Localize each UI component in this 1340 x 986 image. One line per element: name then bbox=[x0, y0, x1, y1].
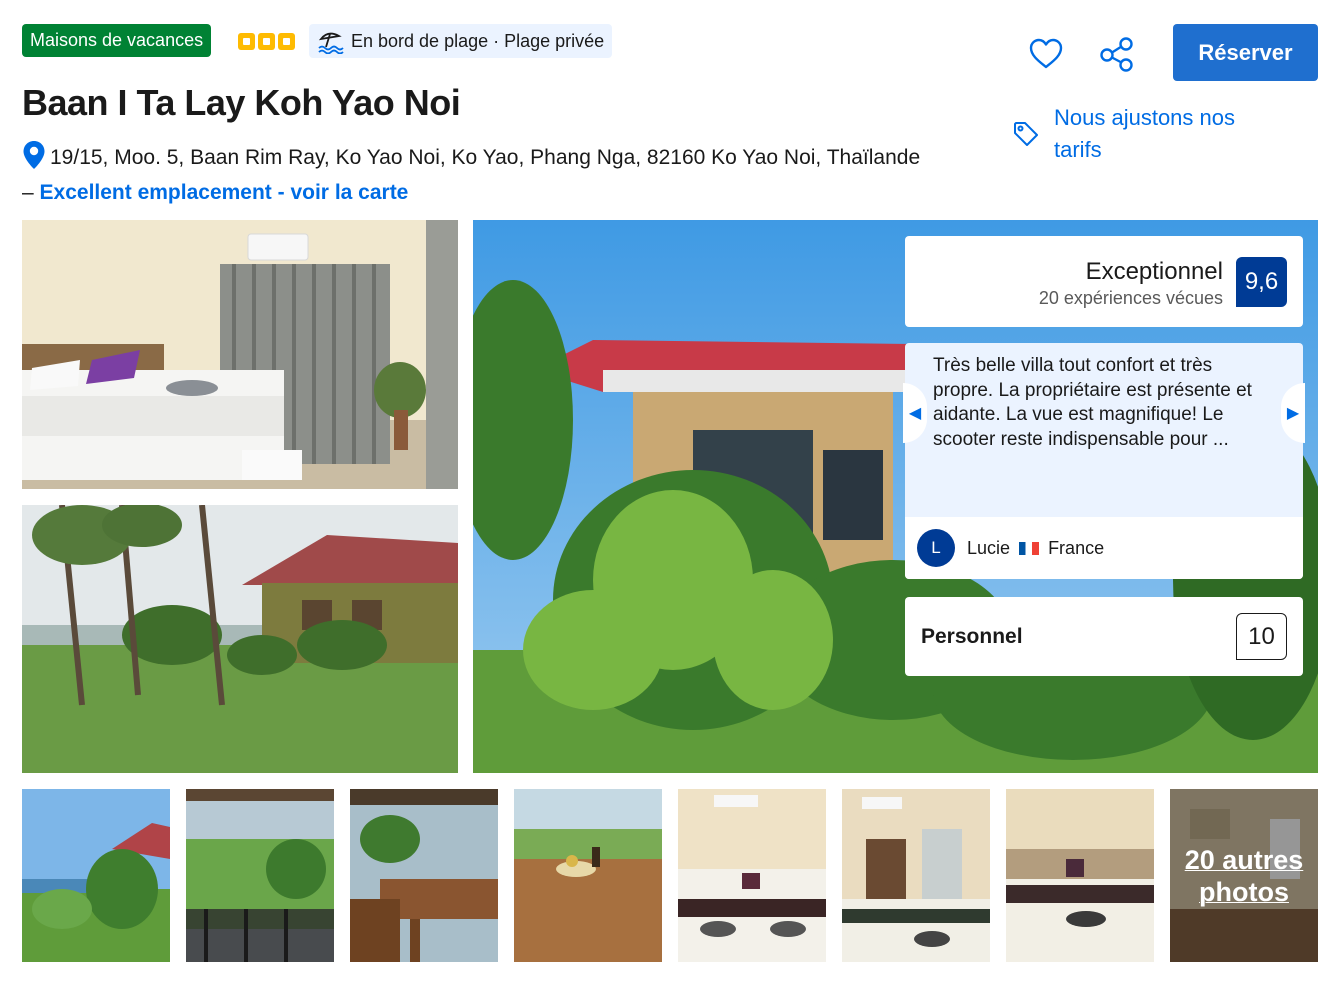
rating-label: Exceptionnel bbox=[1085, 258, 1223, 285]
thumbnail-bedroom-3 bbox=[1006, 789, 1154, 962]
photo-bedroom[interactable] bbox=[22, 220, 458, 489]
share-button[interactable] bbox=[1097, 34, 1137, 74]
more-photos-label[interactable]: 20 autres photos bbox=[1178, 844, 1310, 908]
address-block: 19/15, Moo. 5, Baan Rim Ray, Ko Yao Noi,… bbox=[22, 140, 922, 210]
rating-card[interactable]: Exceptionnel 20 expériences vécues 9,6 bbox=[905, 236, 1303, 327]
review-card: ◀ Très belle villa tout confort et très … bbox=[903, 343, 1305, 579]
thumbnail-beach-villa bbox=[22, 789, 170, 962]
review-next-button[interactable]: ▶ bbox=[1281, 383, 1305, 443]
price-note-text[interactable]: Nous ajustons nos tarifs bbox=[1054, 102, 1274, 166]
tag-icon bbox=[1014, 122, 1038, 146]
property-type-badge: Maisons de vacances bbox=[22, 24, 212, 57]
star-icon bbox=[278, 33, 295, 50]
thumbnail-table-fruits bbox=[514, 789, 662, 962]
more-photos-overlay[interactable]: 20 autres photos bbox=[1170, 789, 1318, 962]
staff-label: Personnel bbox=[921, 625, 1023, 648]
photo-garden[interactable] bbox=[22, 505, 458, 773]
thumbnail-dining-terrace bbox=[350, 789, 498, 962]
review-author: L Lucie France bbox=[905, 517, 1303, 579]
staff-score-badge: 10 bbox=[1236, 613, 1287, 660]
beach-tag-label: En bord de plage · Plage privée bbox=[351, 30, 605, 51]
bedroom-illustration bbox=[22, 220, 458, 489]
map-link[interactable]: Excellent emplacement - voir la carte bbox=[40, 181, 409, 204]
more-photos-thumbnail[interactable]: 20 autres photos bbox=[1170, 789, 1318, 962]
beach-tag: En bord de plage · Plage privée bbox=[309, 24, 613, 58]
gallery-thumbnail[interactable] bbox=[22, 789, 170, 962]
property-title: Baan I Ta Lay Koh Yao Noi bbox=[22, 82, 461, 123]
reserve-button[interactable]: Réserver bbox=[1173, 24, 1318, 81]
france-flag-icon bbox=[1019, 541, 1040, 555]
gallery-thumbnail[interactable] bbox=[514, 789, 662, 962]
avatar: L bbox=[917, 529, 955, 567]
staff-rating-card: Personnel 10 bbox=[905, 597, 1303, 676]
price-note[interactable]: Nous ajustons nos tarifs bbox=[1012, 102, 1274, 166]
chevron-left-icon: ◀ bbox=[908, 405, 922, 422]
address-text: 19/15, Moo. 5, Baan Rim Ray, Ko Yao Noi,… bbox=[50, 146, 921, 169]
gallery-thumbnail[interactable] bbox=[1006, 789, 1154, 962]
heart-icon bbox=[1029, 38, 1063, 69]
gallery-thumbnail[interactable] bbox=[186, 789, 334, 962]
favorite-button[interactable] bbox=[1026, 34, 1066, 74]
star-icon bbox=[238, 33, 255, 50]
author-name: Lucie bbox=[967, 537, 1011, 558]
address-separator: – bbox=[22, 181, 34, 204]
review-prev-button[interactable]: ◀ bbox=[903, 383, 927, 443]
beach-umbrella-icon bbox=[318, 32, 344, 54]
garden-illustration bbox=[22, 505, 458, 773]
reviews-count: 20 expériences vécues bbox=[1038, 288, 1223, 308]
thumbnail-bedroom-1 bbox=[678, 789, 826, 962]
gallery-thumbnail[interactable] bbox=[678, 789, 826, 962]
gallery-thumbnail[interactable] bbox=[350, 789, 498, 962]
thumbnail-terrace-view bbox=[186, 789, 334, 962]
star-icon bbox=[258, 33, 275, 50]
share-icon bbox=[1100, 37, 1133, 72]
author-country: France bbox=[1048, 537, 1105, 558]
star-rating bbox=[238, 33, 295, 50]
location-pin-icon bbox=[23, 141, 45, 169]
chevron-right-icon: ▶ bbox=[1286, 405, 1300, 422]
review-text: Très belle villa tout confort et très pr… bbox=[933, 355, 1252, 450]
thumbnail-bedroom-2 bbox=[842, 789, 990, 962]
review-score-badge: 9,6 bbox=[1236, 257, 1287, 307]
gallery-thumbnail[interactable] bbox=[842, 789, 990, 962]
